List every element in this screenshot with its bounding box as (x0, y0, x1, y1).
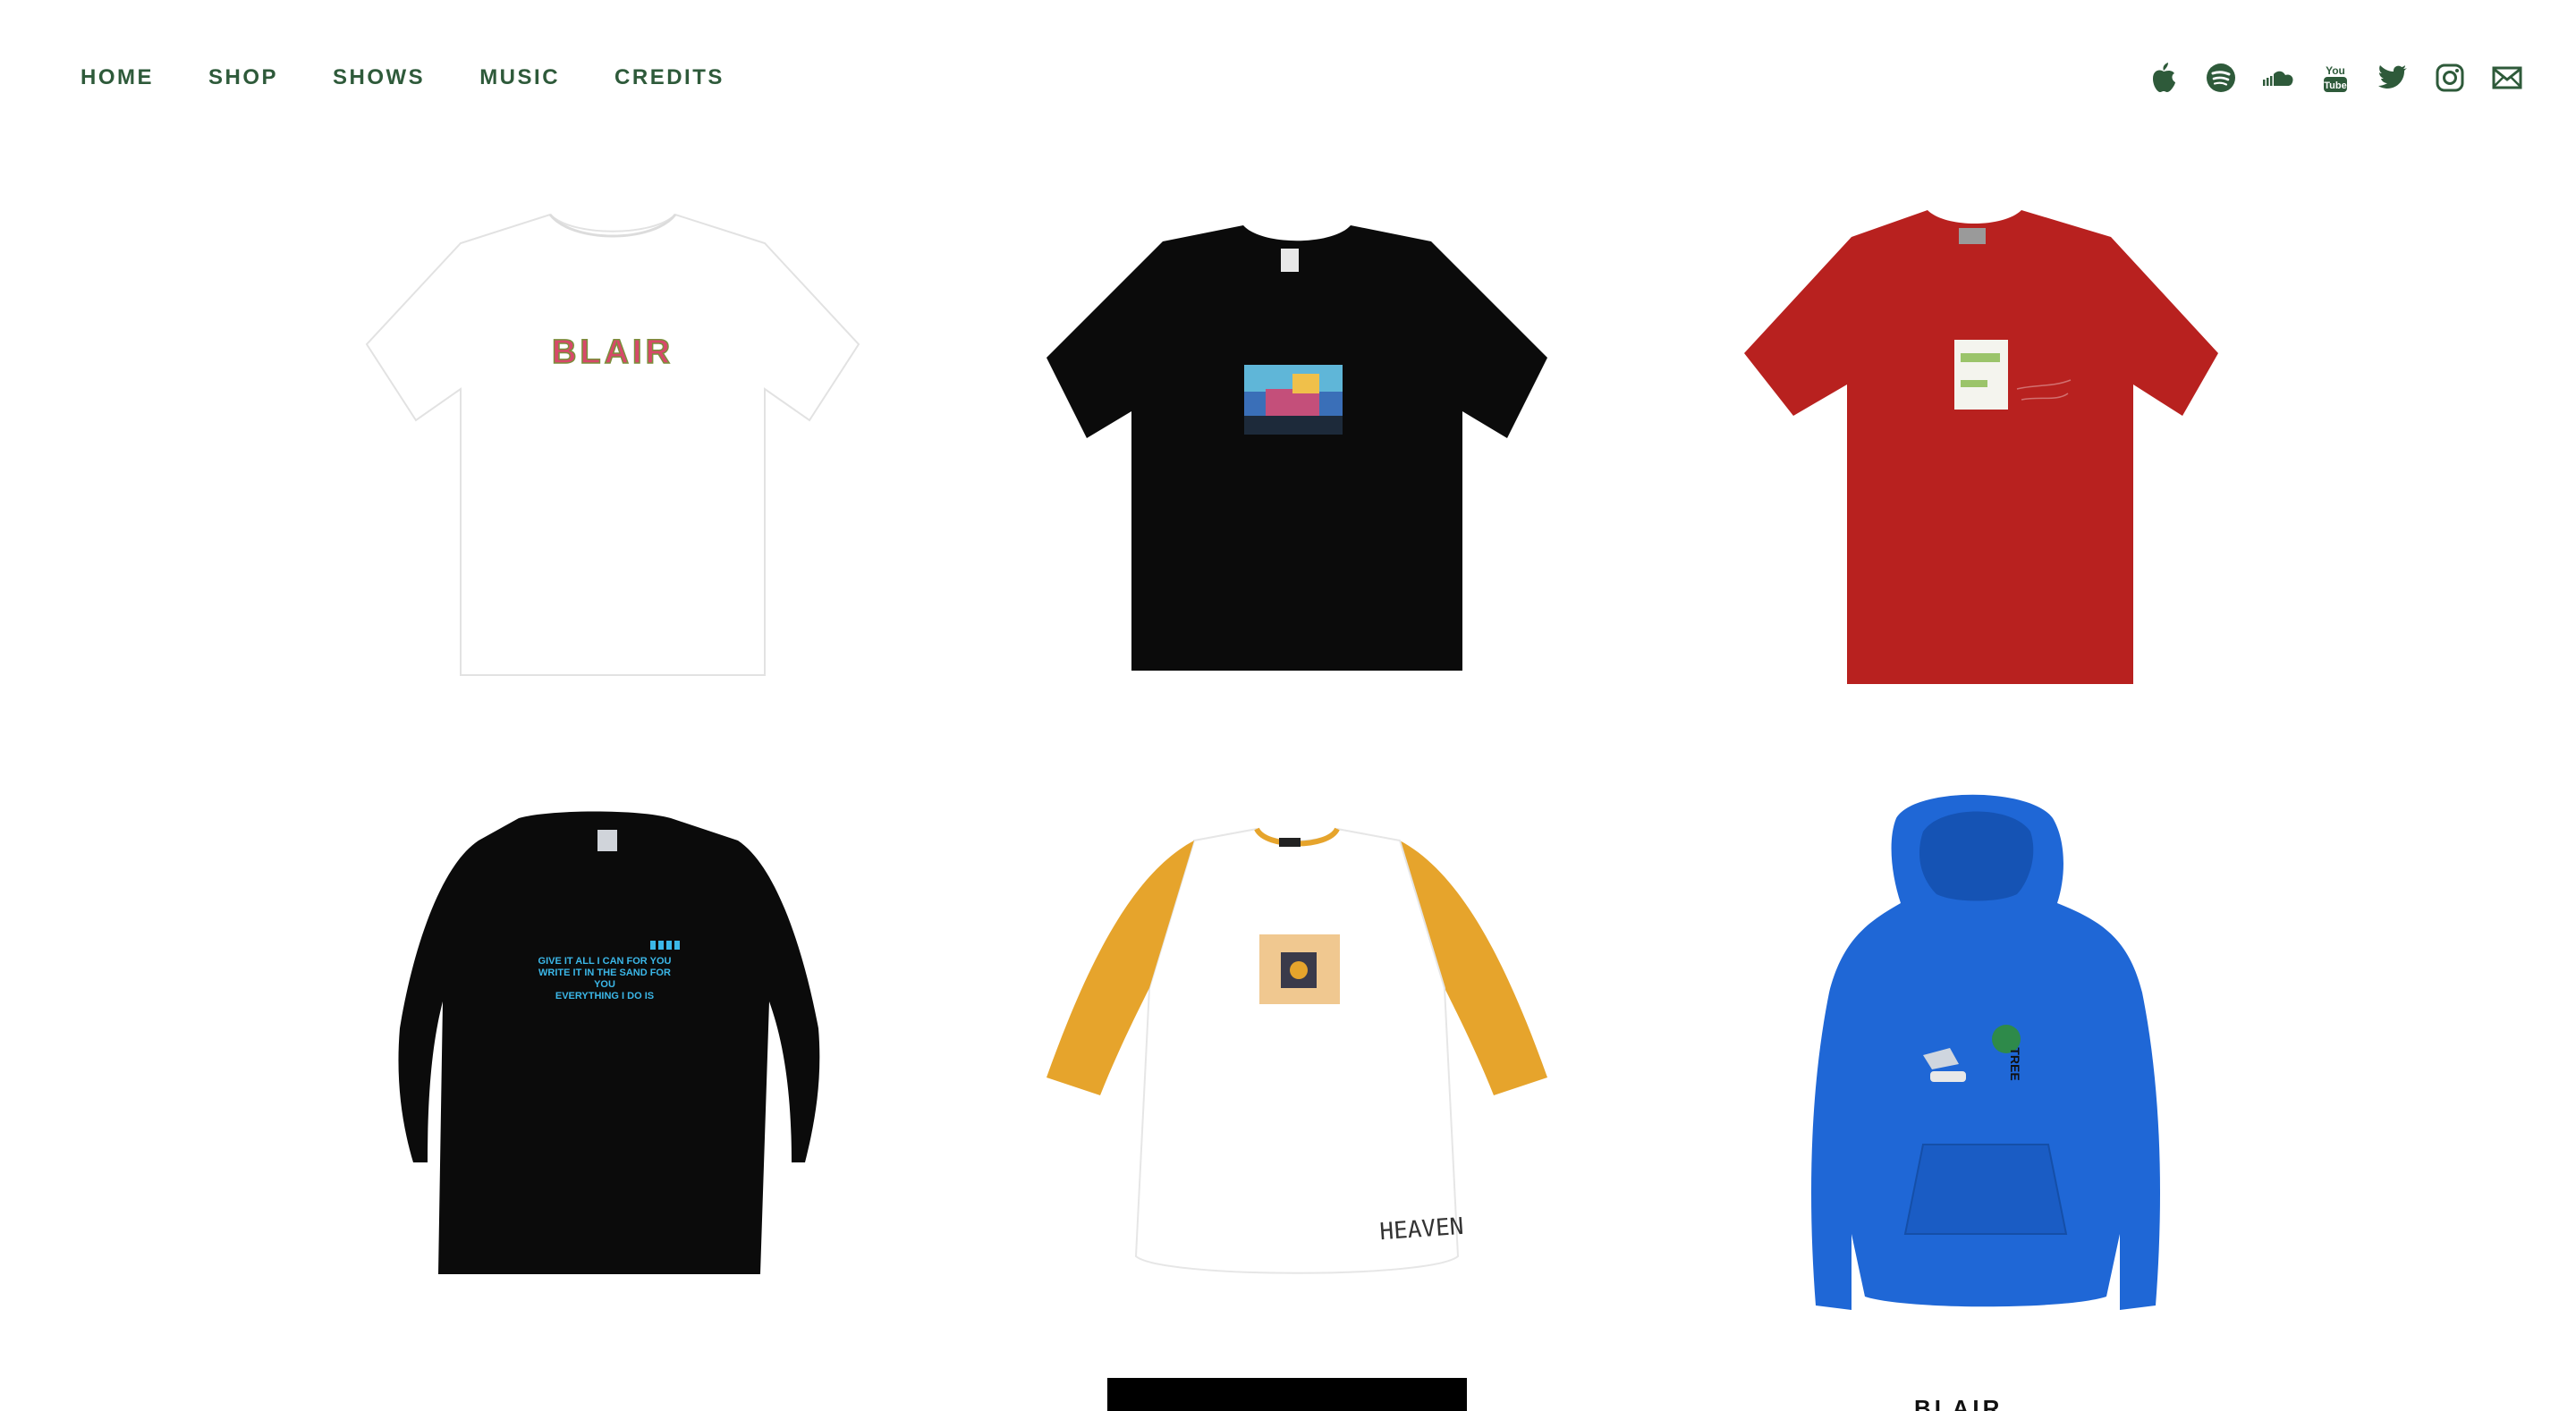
product-raglan-tee[interactable]: HEAVEN (1038, 818, 1556, 1283)
white-tee-image: BLAIR (365, 213, 860, 676)
white-tee-print: BLAIR (552, 334, 674, 371)
product-black-tee[interactable] (1038, 215, 1556, 680)
product-blue-hoodie[interactable]: TREE (1798, 787, 2174, 1328)
black-tee-image (1046, 225, 1547, 671)
longsleeve-print-line-2: WRITE IT IN THE SAND FOR (538, 967, 671, 978)
product-partial-black[interactable] (1107, 1378, 1467, 1411)
raglan-tee-image: HEAVEN (1046, 827, 1547, 1274)
hoodie-print-text: TREE (2008, 1047, 2022, 1080)
red-tee-image (1744, 210, 2218, 684)
product-red-tee[interactable] (1735, 201, 2227, 693)
black-longsleeve-image: GIVE IT ALL I CAN FOR YOU WRITE IT IN TH… (398, 811, 820, 1274)
product-black-longsleeve[interactable]: GIVE IT ALL I CAN FOR YOU WRITE IT IN TH… (385, 805, 832, 1279)
longsleeve-print-line-4: EVERYTHING I DO IS (555, 991, 654, 1001)
product-white-tee[interactable]: BLAIR (358, 188, 868, 680)
longsleeve-print-line-3: YOU (594, 979, 615, 990)
longsleeve-print-line-1: GIVE IT ALL I CAN FOR YOU (538, 956, 672, 967)
partial-print-text: BLAIR (1914, 1395, 2003, 1411)
product-grid: BLAIR GIVE IT ALL I CAN FOR YOU WRITE IT… (0, 0, 2576, 1411)
product-partial-print[interactable]: BLAIR (1914, 1391, 2030, 1411)
blue-hoodie-image: TREE (1811, 794, 2160, 1310)
